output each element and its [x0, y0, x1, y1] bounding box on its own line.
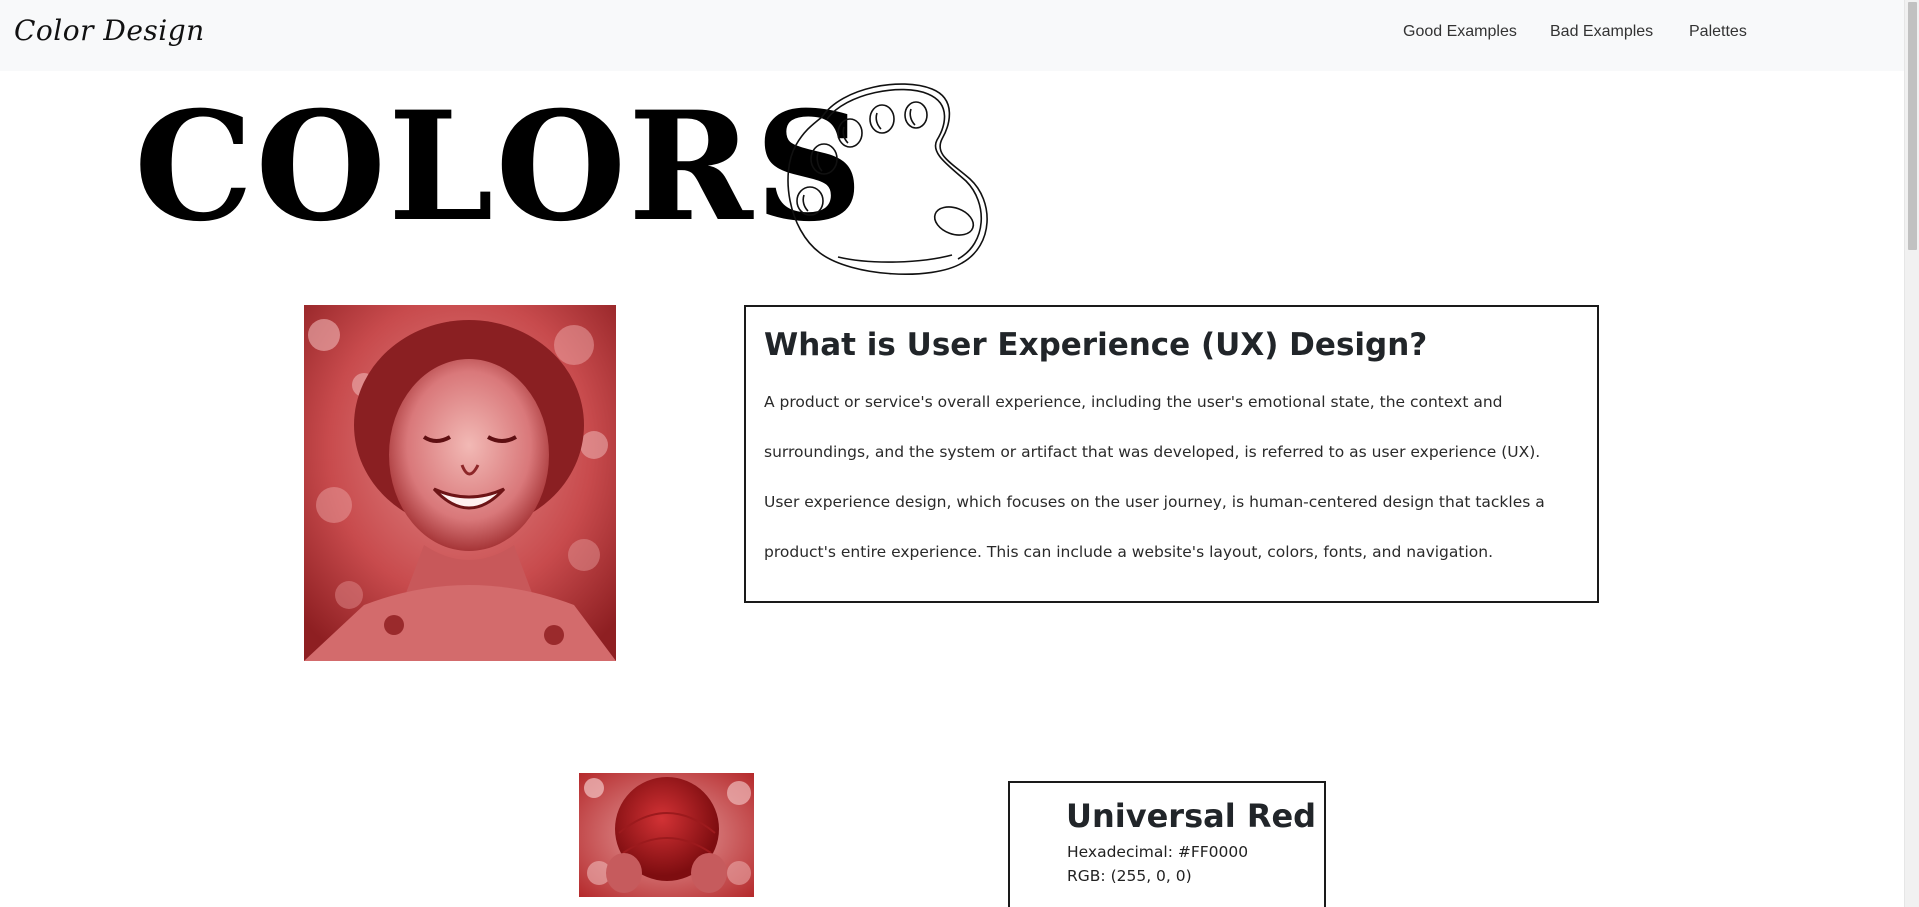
hero-title: COLORS	[134, 79, 866, 255]
universal-red-photo	[579, 773, 754, 897]
red-ball-photo-image	[579, 773, 754, 897]
color-card-hex: Hexadecimal: #FF0000	[1067, 843, 1249, 861]
nav-link-good-examples[interactable]: Good Examples	[1403, 23, 1517, 41]
nav-link-bad-examples[interactable]: Bad Examples	[1550, 23, 1653, 41]
scrollbar-thumb[interactable]	[1908, 2, 1917, 250]
ux-info-box: What is User Experience (UX) Design? A p…	[744, 305, 1599, 603]
ux-info-body: A product or service's overall experienc…	[764, 393, 1545, 561]
color-card-title: Universal Red	[1066, 797, 1317, 835]
ux-info-title: What is User Experience (UX) Design?	[764, 327, 1428, 363]
color-card-universal-red: Universal Red Hexadecimal: #FF0000 RGB: …	[1008, 781, 1326, 907]
navbar: Color Design Good Examples Bad Examples …	[0, 0, 1905, 71]
hero-photo-child	[304, 305, 616, 661]
palette-icon	[787, 83, 988, 275]
child-photo-image	[304, 305, 616, 661]
brand-logo[interactable]: Color Design	[14, 14, 205, 47]
color-card-rgb: RGB: (255, 0, 0)	[1067, 867, 1192, 885]
page: Color Design Good Examples Bad Examples …	[0, 0, 1919, 907]
page-scrollbar[interactable]	[1904, 0, 1919, 907]
nav-link-palettes[interactable]: Palettes	[1689, 23, 1747, 41]
